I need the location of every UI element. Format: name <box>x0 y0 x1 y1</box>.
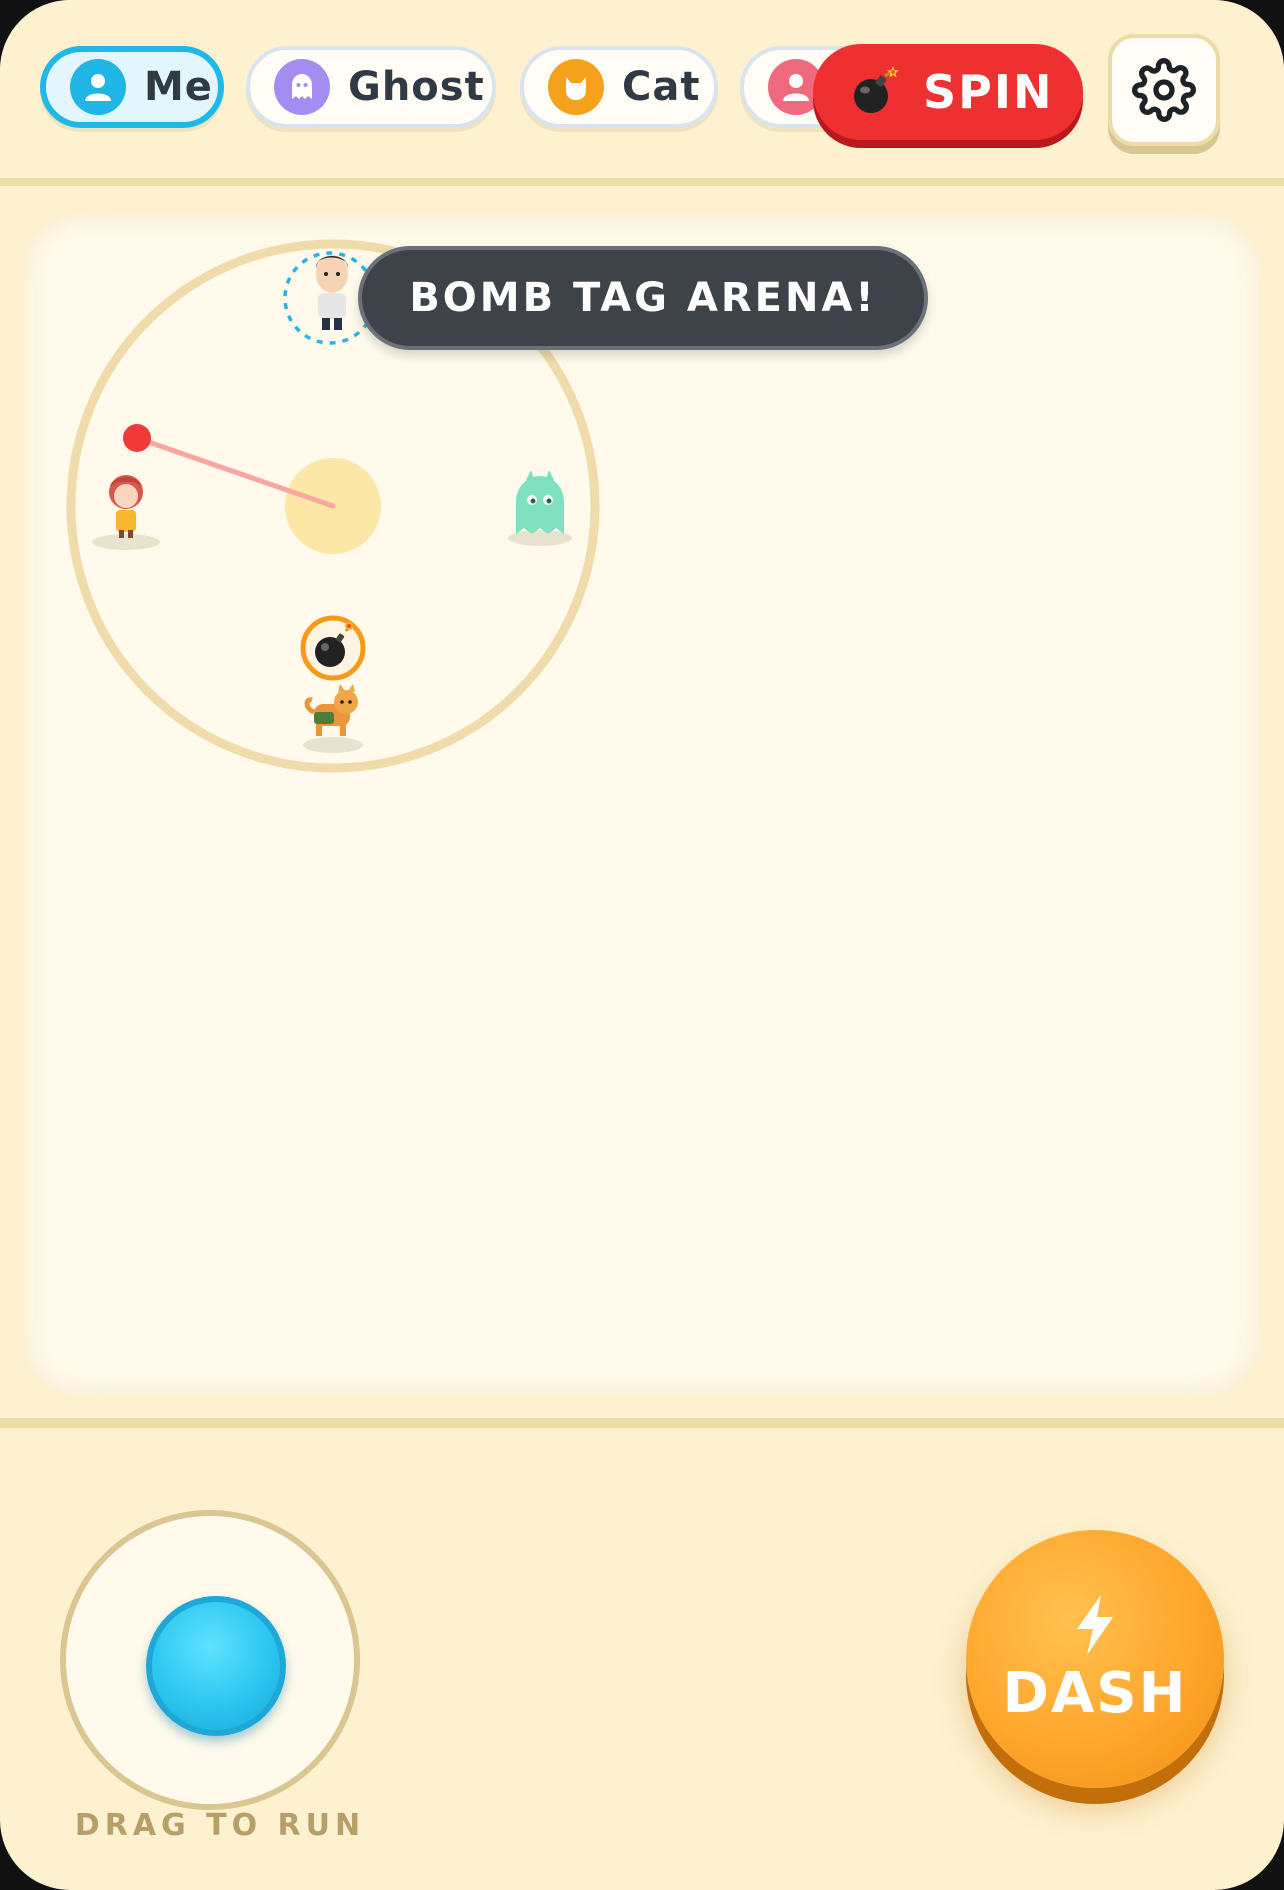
dash-label: DASH <box>1002 1660 1188 1726</box>
arena-toast: BOMB TAG ARENA! <box>358 246 928 350</box>
bomb-indicator-icon <box>300 615 366 681</box>
joystick-label: DRAG TO RUN <box>74 1808 366 1843</box>
bottom-divider <box>0 1418 1284 1428</box>
spinner-pointer-tip <box>123 424 151 452</box>
joystick-knob[interactable] <box>146 1596 286 1736</box>
toast-text: BOMB TAG ARENA! <box>409 275 877 321</box>
joystick[interactable] <box>60 1510 360 1810</box>
player-ghost-avatar[interactable] <box>508 470 572 546</box>
player-girl-avatar[interactable] <box>92 475 160 550</box>
lightning-icon <box>1067 1593 1123 1657</box>
player-cat-avatar[interactable] <box>303 684 363 753</box>
dash-button[interactable]: DASH <box>966 1530 1224 1788</box>
game-screen: Me Ghost Cat SPIN BOMB TAG ARENA! DRAG T… <box>0 0 1284 1890</box>
